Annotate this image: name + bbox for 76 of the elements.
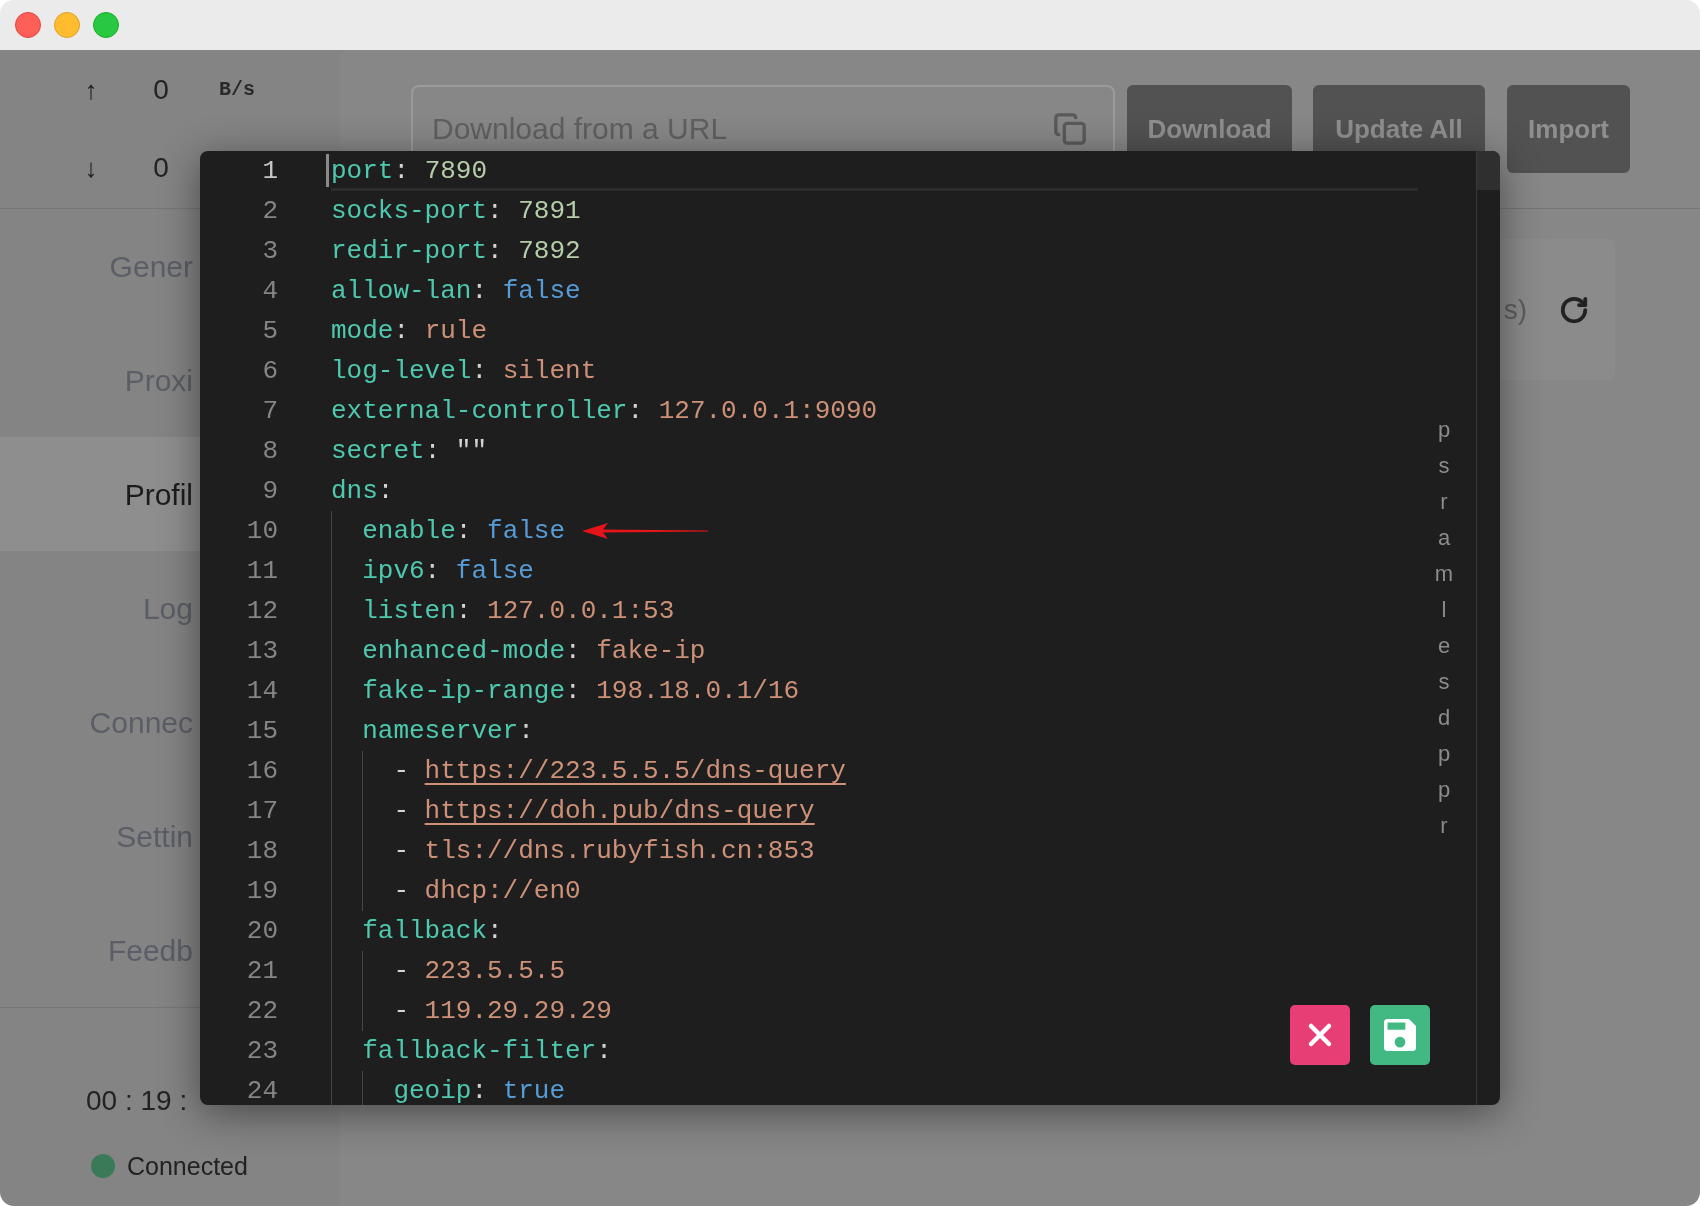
line-number: 11 [246,555,278,586]
speed-arrow: ↓ [83,152,99,184]
line-number: 6 [262,355,278,386]
code-line: fallback-filter: [362,1037,612,1065]
code-line: - dhcp://en0 [393,877,581,905]
uptime-timer: 00 : 19 : [86,1084,188,1118]
code-line: external-controller: 127.0.0.1:9090 [331,397,878,425]
speed-value: 0 [152,74,170,106]
line-number: 1 [262,155,278,186]
code-line: - https://223.5.5.5/dns-query [393,757,846,785]
outline-letter[interactable]: p [1437,736,1451,772]
speed-value: 0 [152,152,170,184]
code-line: - 119.29.29.29 [393,997,612,1025]
connection-status: Connected [127,1151,248,1181]
text-cursor [326,154,329,187]
refresh-icon[interactable] [1559,294,1589,325]
line-number: 17 [246,795,278,826]
code-line: - tls://dns.rubyfish.cn:853 [393,837,815,865]
line-number: 23 [246,1035,278,1066]
line-number: 13 [246,635,278,666]
code-line: fake-ip-range: 198.18.0.1/16 [362,677,800,705]
outline-letter[interactable]: p [1437,412,1451,448]
code-line: enhanced-mode: fake-ip [362,637,706,665]
scrollbar-thumb[interactable] [1477,151,1500,190]
line-number: 24 [246,1075,278,1105]
code-line: allow-lan: false [331,277,581,305]
outline-letter[interactable]: p [1437,772,1451,808]
window-close-button[interactable] [15,12,41,38]
code-line: mode: rule [331,317,488,345]
code-line: secret: "" [331,437,488,465]
line-number: 15 [246,715,278,746]
line-number: 3 [262,235,278,266]
line-number: 22 [246,995,278,1026]
outline-letter[interactable]: m [1434,556,1454,592]
line-number: 7 [262,395,278,426]
line-number: 9 [262,475,278,506]
code-line: enable: false [362,517,566,545]
speed-arrow: ↑ [83,74,99,106]
line-number: 16 [246,755,278,786]
line-number: 18 [246,835,278,866]
line-number: 19 [246,875,278,906]
speed-unit: B/s [219,77,255,103]
outline-letter[interactable]: s [1438,448,1450,484]
outline-letter[interactable]: e [1437,628,1451,664]
nav-item[interactable]: Profil [0,437,200,551]
window-zoom-button[interactable] [93,12,119,38]
line-number: 21 [246,955,278,986]
code-line: log-level: silent [331,357,597,385]
line-number: 12 [246,595,278,626]
outline-letter[interactable]: l [1441,592,1447,628]
code-line: nameserver: [362,717,534,745]
code-line: redir-port: 7892 [331,237,581,265]
window-minimize-button[interactable] [54,12,80,38]
outline-letter[interactable]: r [1440,808,1448,844]
outline-letter[interactable]: a [1437,520,1451,556]
line-number: 5 [262,315,278,346]
line-number: 14 [246,675,278,706]
copy-icon[interactable] [1053,112,1087,146]
code-line: - https://doh.pub/dns-query [393,797,815,825]
code-line: listen: 127.0.0.1:53 [362,597,675,625]
line-number: 10 [246,515,278,546]
outline-letter[interactable]: r [1440,484,1448,520]
line-number: 20 [246,915,278,946]
close-button[interactable] [1290,1005,1350,1065]
code-line: geoip: true [393,1077,566,1105]
code-line: ipv6: false [362,557,534,585]
code-line: - 223.5.5.5 [393,957,566,985]
line-number: 2 [262,195,278,226]
code-line: socks-port: 7891 [331,197,581,225]
save-button[interactable] [1370,1005,1430,1065]
outline-letter[interactable]: s [1438,664,1450,700]
outline-letter[interactable]: d [1437,700,1451,736]
line-number: 4 [262,275,278,306]
line-number: 8 [262,435,278,466]
code-line: fallback: [362,917,503,945]
code-line: dns: [331,477,394,505]
